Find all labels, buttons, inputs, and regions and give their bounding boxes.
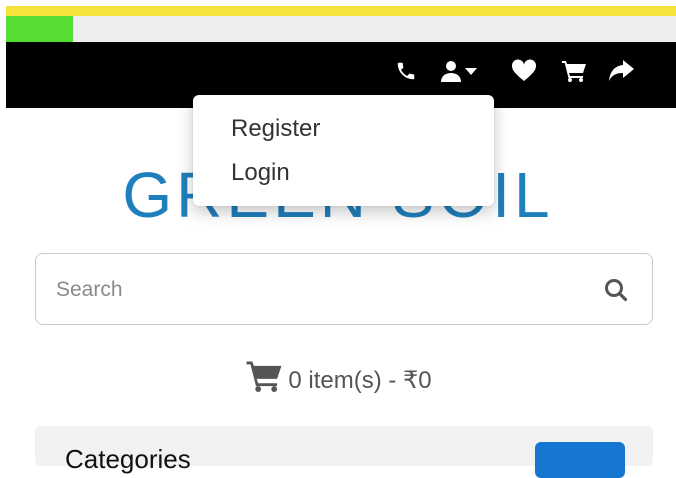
menu-item-login[interactable]: Login (231, 159, 290, 187)
categories-label: Categories (65, 444, 191, 474)
cart-summary[interactable]: 0 item(s) - ₹0 (0, 360, 676, 399)
cart-summary-icon (244, 360, 284, 399)
top-accent-bar (6, 6, 676, 16)
search-icon[interactable] (602, 276, 630, 304)
cart-summary-text: 0 item(s) - ₹0 (288, 367, 432, 394)
user-icon[interactable] (437, 57, 465, 85)
loading-progress-bar (6, 16, 676, 42)
heart-icon[interactable] (510, 57, 538, 85)
search-input[interactable] (54, 270, 578, 310)
categories-panel: Categories (35, 426, 653, 478)
loading-progress-fill (6, 16, 73, 42)
cart-icon[interactable] (560, 57, 588, 85)
account-dropdown-menu: Register Login (193, 95, 494, 206)
phone-icon[interactable] (392, 57, 420, 85)
categories-toggle-button[interactable] (535, 442, 625, 478)
search-box (35, 253, 653, 325)
share-icon[interactable] (607, 57, 635, 85)
menu-item-register[interactable]: Register (231, 115, 320, 143)
chevron-down-icon[interactable] (462, 57, 480, 85)
